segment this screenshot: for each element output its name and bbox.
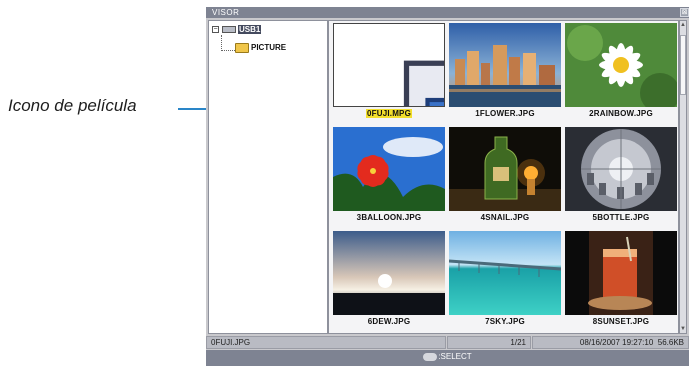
window-title: VISOR <box>212 8 240 17</box>
tree-item-label: USB1 <box>238 25 262 34</box>
select-hint-label: :SELECT <box>438 352 472 361</box>
thumbnail-item[interactable]: 6DEW.JPG <box>333 231 445 329</box>
footer-hint: :SELECT <box>206 352 689 361</box>
thumbnail-image <box>565 23 677 107</box>
title-bar: VISOR ⊠ <box>206 7 689 18</box>
status-index: 1/21 <box>447 336 531 349</box>
thumbnail-image <box>333 23 445 107</box>
exit-key-icon <box>423 352 438 361</box>
tree-connector <box>221 35 222 51</box>
thumbnail-caption: 8SUNSET.JPG <box>592 317 650 326</box>
thumbnail-item[interactable]: 0FUJI.MPG <box>333 23 445 121</box>
thumbnail-caption: 5BOTTLE.JPG <box>592 213 650 222</box>
thumbnail-grid: 0FUJI.MPG 1FLOWER.JPG 2RAINBOW.JPG 3BALL… <box>328 20 679 334</box>
thumbnail-item[interactable]: 3BALLOON.JPG <box>333 127 445 225</box>
scroll-down-icon[interactable]: ▼ <box>680 325 686 333</box>
tree-item-picture[interactable]: PICTURE <box>235 42 286 53</box>
status-size: 56.6KB <box>657 338 684 347</box>
film-icon <box>403 60 444 106</box>
thumbnail-item[interactable]: 1FLOWER.JPG <box>449 23 561 121</box>
thumbnail-caption: 3BALLOON.JPG <box>356 213 422 222</box>
thumbnail-image <box>449 127 561 211</box>
scroll-up-icon[interactable]: ▲ <box>680 21 686 29</box>
thumbnail-image <box>449 23 561 107</box>
thumbnail-caption: 2RAINBOW.JPG <box>589 109 653 118</box>
thumbnail-image <box>333 127 445 211</box>
status-details: 08/16/2007 19:27:10 56.6KB <box>532 336 689 349</box>
folder-tree: − USB1 PICTURE <box>208 20 328 334</box>
thumbnail-image <box>449 231 561 315</box>
thumbnail-item[interactable]: 5BOTTLE.JPG <box>565 127 677 225</box>
folder-icon <box>235 42 249 53</box>
tree-connector <box>221 50 235 51</box>
viewer-window: VISOR ⊠ − USB1 PICTURE 0FUJI.MPG 1FLOWER… <box>206 7 689 366</box>
collapse-icon[interactable]: − <box>212 26 219 33</box>
thumbnail-item[interactable]: 2RAINBOW.JPG <box>565 23 677 121</box>
thumbnail-item[interactable]: 4SNAIL.JPG <box>449 127 561 225</box>
tree-item-usb1[interactable]: USB1 <box>222 24 262 35</box>
thumbnail-image <box>565 127 677 211</box>
thumbnail-item[interactable]: 8SUNSET.JPG <box>565 231 677 329</box>
thumbnail-item[interactable]: 7SKY.JPG <box>449 231 561 329</box>
thumbnail-image <box>565 231 677 315</box>
vertical-scrollbar[interactable]: ▲ ▼ <box>679 20 687 334</box>
callout-label: Icono de película <box>8 96 137 115</box>
thumbnail-caption: 7SKY.JPG <box>485 317 525 326</box>
status-filename: 0FUJI.JPG <box>206 336 446 349</box>
tree-item-label: PICTURE <box>251 43 287 52</box>
thumbnail-caption: 0FUJI.MPG <box>365 109 413 118</box>
thumbnail-caption: 4SNAIL.JPG <box>480 213 530 222</box>
status-datetime: 08/16/2007 19:27:10 <box>579 338 654 347</box>
scroll-thumb[interactable] <box>680 35 686 95</box>
status-bar: 0FUJI.JPG 1/21 08/16/2007 19:27:10 56.6K… <box>206 336 689 349</box>
drive-icon <box>222 26 236 34</box>
thumbnail-caption: 6DEW.JPG <box>367 317 411 326</box>
close-icon[interactable]: ⊠ <box>680 8 689 17</box>
thumbnail-image <box>333 231 445 315</box>
footer-bar: :SELECT <box>206 350 689 366</box>
thumbnail-caption: 1FLOWER.JPG <box>475 109 535 118</box>
